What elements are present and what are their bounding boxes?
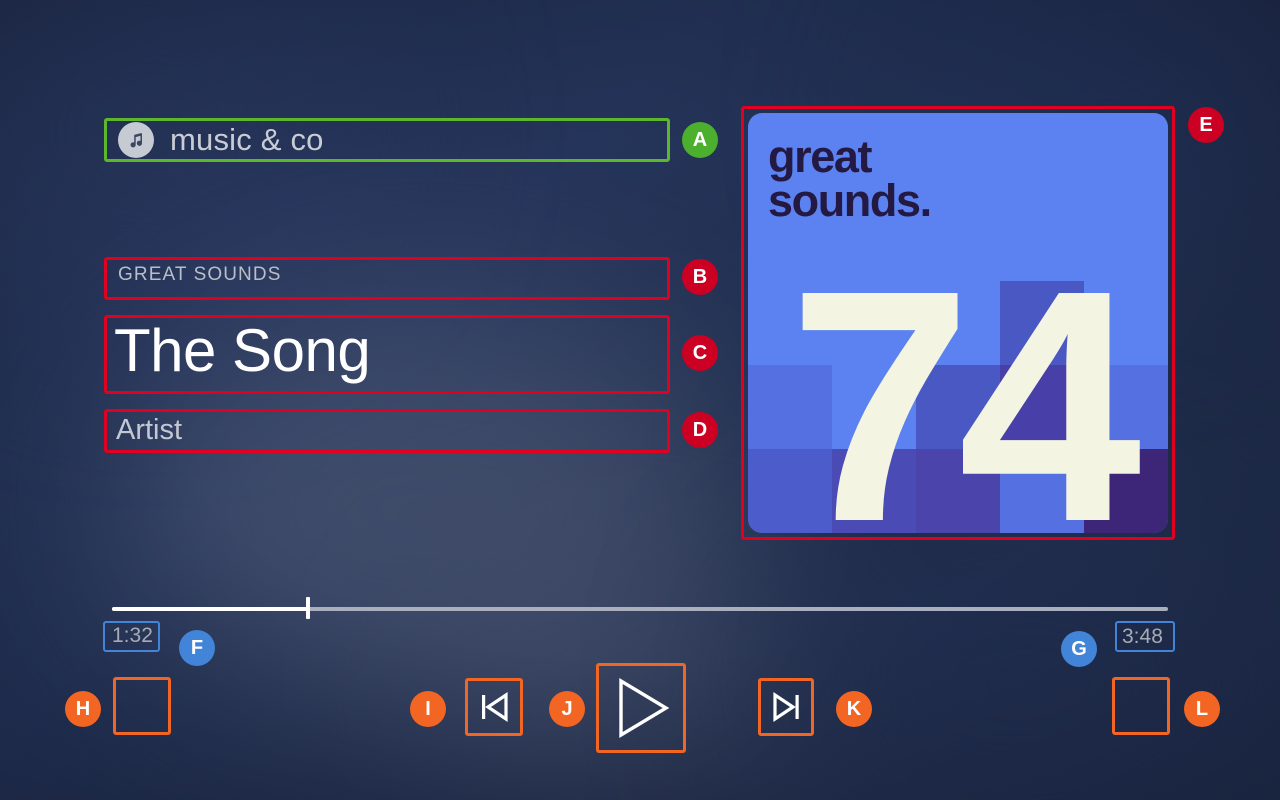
progress-fill — [112, 607, 309, 611]
annotation-badge-j: J — [549, 691, 585, 727]
album-artwork[interactable]: great sounds. 74 — [748, 113, 1168, 533]
annotation-badge-i: I — [410, 691, 446, 727]
track-title-label: The Song — [114, 317, 371, 384]
album-name-label: GREAT SOUNDS — [118, 264, 282, 285]
music-note-icon — [118, 122, 154, 158]
annotation-badge-b: B — [682, 259, 718, 295]
elapsed-time-label: 1:32 — [112, 624, 153, 647]
artwork-brand-line-1: great — [768, 131, 872, 182]
artwork-number: 74 — [788, 221, 1141, 534]
annotation-badge-d: D — [682, 412, 718, 448]
music-player-screen: music & co A GREAT SOUNDS B The Song C A… — [0, 0, 1280, 800]
annotation-badge-e: E — [1188, 107, 1224, 143]
play-icon — [606, 673, 676, 743]
progress-slider[interactable] — [112, 597, 1168, 619]
repeat-button[interactable] — [1112, 677, 1170, 735]
artwork-brand-text: great sounds. — [768, 131, 932, 227]
app-name-label: music & co — [170, 122, 324, 157]
play-button[interactable] — [596, 663, 686, 753]
previous-track-button[interactable] — [465, 678, 523, 736]
next-track-button[interactable] — [758, 678, 814, 736]
remaining-time-label: 3:48 — [1122, 625, 1163, 648]
annotation-badge-f: F — [179, 630, 215, 666]
artist-name-label: Artist — [116, 414, 183, 446]
annotation-badge-c: C — [682, 335, 718, 371]
annotation-badge-a: A — [682, 122, 718, 158]
artwork-brand-line-2: sounds. — [768, 175, 932, 227]
annotation-badge-k: K — [836, 691, 872, 727]
previous-track-icon — [474, 687, 514, 727]
progress-thumb[interactable] — [306, 597, 311, 619]
shuffle-button[interactable] — [113, 677, 171, 735]
annotation-badge-h: H — [65, 691, 101, 727]
annotation-badge-l: L — [1184, 691, 1220, 727]
next-track-icon — [766, 687, 806, 727]
app-title-bar: music & co — [104, 118, 670, 162]
annotation-badge-g: G — [1061, 631, 1097, 667]
